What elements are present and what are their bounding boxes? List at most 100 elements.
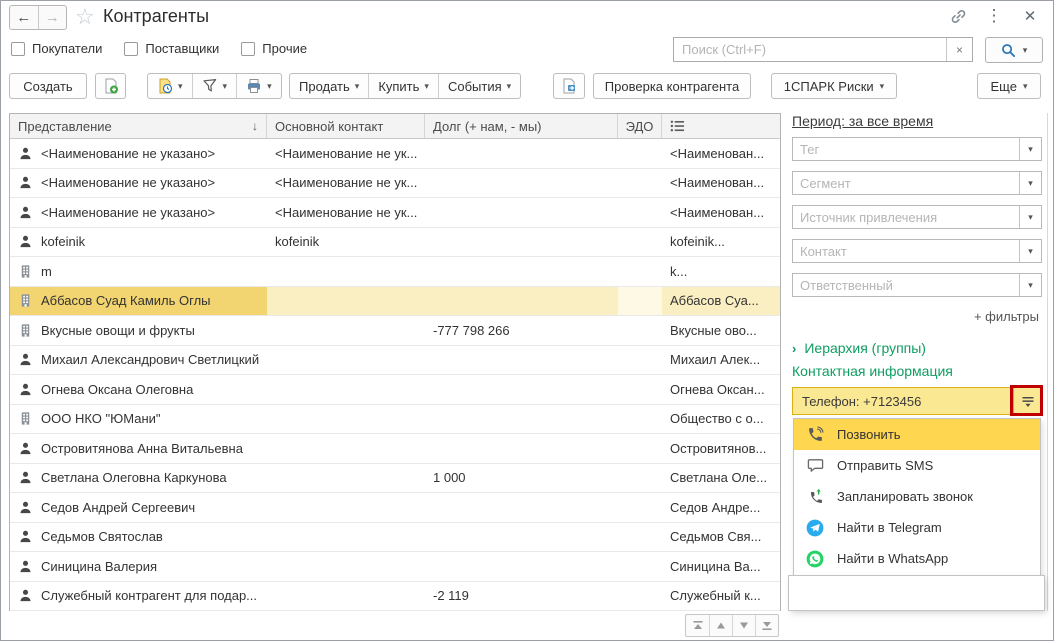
chevron-down-icon[interactable]: ▾ [1019,240,1041,262]
hierarchy-link[interactable]: › Иерархия (группы) [792,340,926,356]
search-button[interactable]: ▾ [985,37,1043,63]
person-icon [18,352,33,367]
menu-item-label: Позвонить [837,427,901,442]
row-edo [618,464,662,493]
row-debt: 1 000 [433,470,466,486]
person-icon [18,441,33,456]
table-row[interactable]: Аббасов Суад Камиль Оглы Аббасов Суа... [10,286,780,316]
checkbox-icon[interactable] [124,41,139,56]
column-header-contact[interactable]: Основной контакт [267,114,425,138]
row-edo [618,493,662,522]
row-name: Аббасов Суад Камиль Оглы [41,293,211,309]
row-debt [425,286,618,315]
search-input[interactable] [674,38,946,61]
chevron-down-icon[interactable]: ▾ [1019,274,1041,296]
table-row[interactable]: Островитянова Анна Витальевна Островитяно… [10,434,780,464]
close-icon[interactable]: ✕ [1021,7,1039,25]
sell-button[interactable]: Продать ▾ [290,74,368,98]
menu-item-отправить-sms[interactable]: Отправить SMS [794,450,1040,481]
column-header-edo[interactable]: ЭДО [618,114,662,138]
column-header-debt[interactable]: Долг (+ нам, - мы) [425,114,618,138]
favorite-star-icon[interactable]: ☆ [75,4,95,30]
period-link[interactable]: Период: за все время [792,113,933,129]
table-row[interactable]: kofeinik kofeinik kofeinik... [10,227,780,257]
filter-field-4[interactable]: Ответственный ▾ [792,273,1042,297]
filter-field-3[interactable]: Контакт ▾ [792,239,1042,263]
print-button[interactable]: ▾ [236,74,281,98]
link-icon[interactable] [949,7,967,25]
create-group-button[interactable] [95,73,126,99]
more-filters-link[interactable]: + фильтры [974,309,1039,324]
filter-field-2[interactable]: Источник привлечения ▾ [792,205,1042,229]
menu-item-найти-в-whatsapp[interactable]: Найти в WhatsApp [794,543,1040,574]
table-row[interactable]: Синицина Валерия Синицина Ва... [10,552,780,582]
column-header-fullname[interactable] [662,114,780,138]
chevron-down-icon[interactable]: ▾ [1019,172,1041,194]
checkbox-icon[interactable] [241,41,256,56]
chevron-down-icon: ▾ [879,80,885,91]
table-row[interactable]: <Наименование не указано> <Наименование н… [10,198,780,228]
scroll-top-button[interactable] [686,615,709,636]
filter-field-0[interactable]: Тег ▾ [792,137,1042,161]
menu-item-найти-в-telegram[interactable]: Найти в Telegram [794,512,1040,543]
menu-item-написать-в-whatsapp[interactable]: Написать в WhatsApp [794,574,1040,605]
filter-field-1[interactable]: Сегмент ▾ [792,171,1042,195]
list-icon [670,120,685,132]
type-filter-2[interactable]: Прочие [241,41,307,56]
check-counterparty-button[interactable]: Проверка контрагента [593,73,751,99]
phone-actions-button[interactable] [1013,388,1041,414]
table-row[interactable]: Служебный контрагент для подар... -2 119 С… [10,581,780,611]
chevron-down-icon[interactable]: ▾ [1019,138,1041,160]
type-filter-0[interactable]: Покупатели [11,41,102,56]
row-name: kofeinik [41,234,86,250]
table-row[interactable]: ООО НКО "ЮМани" Общество с о... [10,404,780,434]
chevron-down-icon[interactable]: ▾ [1019,206,1041,228]
checkbox-icon[interactable] [11,41,25,56]
table-row[interactable]: Седьмов Святослав Седьмов Свя... [10,522,780,552]
more-button[interactable]: Еще ▾ [977,73,1041,99]
kebab-icon[interactable]: ⋮ [985,6,1003,25]
row-fullname: Михаил Алек... [670,352,761,368]
table-row[interactable]: <Наименование не указано> <Наименование н… [10,139,780,169]
import-export-button[interactable] [553,73,585,99]
spark-risks-button[interactable]: 1СПАРК Риски ▾ [771,73,897,99]
chevron-down-icon: ▾ [506,80,512,91]
row-edo [618,552,662,581]
phone-field[interactable]: Телефон: +7123456 [792,387,1042,415]
events-button[interactable]: События ▾ [437,74,520,98]
table-row[interactable]: Михаил Александрович Светлицкий Михаил Ал… [10,345,780,375]
create-button[interactable]: Создать [9,73,87,99]
filter-placeholder: Ответственный [800,277,893,293]
row-debt [425,169,618,198]
filter-button[interactable]: ▾ [191,74,237,98]
table-row[interactable]: Седов Андрей Сергеевич Седов Андре... [10,493,780,523]
table-row[interactable]: Вкусные овощи и фрукты -777 798 266 Вкусны… [10,316,780,346]
table-row[interactable]: <Наименование не указано> <Наименование н… [10,168,780,198]
page-title: Контрагенты [103,6,210,26]
table-row[interactable]: m k... [10,257,780,287]
filter-placeholder: Тег [800,141,820,157]
forward-button[interactable]: → [37,6,67,29]
back-button[interactable]: ← [10,6,38,29]
chevron-down-icon: ▾ [354,80,360,91]
row-edo [618,169,662,198]
scroll-down-button[interactable] [732,615,755,636]
menu-item-позвонить[interactable]: Позвонить [794,419,1040,450]
row-fullname: Служебный к... [670,588,761,604]
sms-icon [806,457,824,475]
column-header-name[interactable]: Представление ↓ [10,114,267,138]
create-based-on-button[interactable]: ▾ [148,74,192,98]
table-row[interactable]: Огнева Оксана Олеговна Огнева Оксан... [10,375,780,405]
scroll-up-button[interactable] [709,615,732,636]
scroll-bottom-button[interactable] [755,615,778,636]
checkbox-label: Покупатели [32,41,103,56]
search-clear-button[interactable]: × [946,38,972,61]
buy-button[interactable]: Купить ▾ [368,74,438,98]
row-contact [267,316,425,345]
row-name: m [41,263,52,279]
person-icon [18,470,33,485]
menu-item-запланировать-звонок[interactable]: Запланировать звонок [794,481,1040,512]
table-row[interactable]: Светлана Олеговна Каркунова 1 000 Светлана… [10,463,780,493]
counterparties-window: ← → ☆ Контрагенты ⋮ ✕ Покупатели Поставщи… [0,0,1054,641]
type-filter-1[interactable]: Поставщики [124,41,219,56]
